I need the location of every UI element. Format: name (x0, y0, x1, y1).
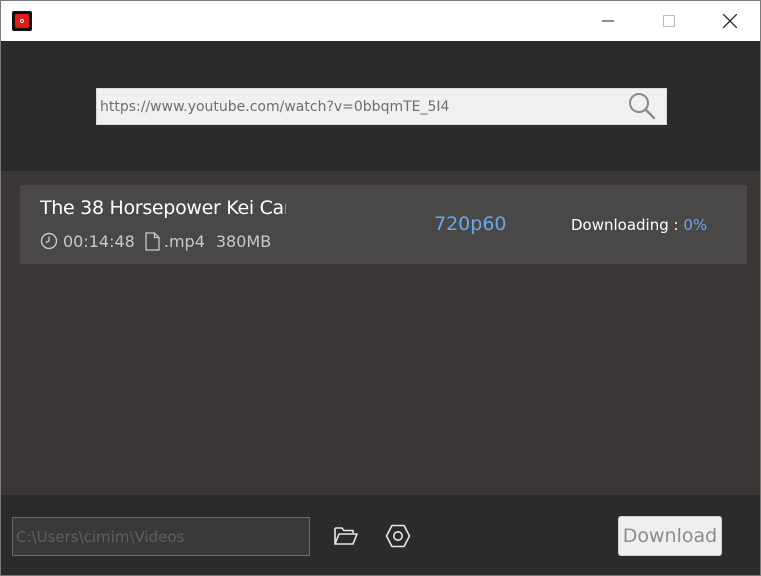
quality-selector[interactable]: 720p60 (434, 213, 507, 235)
video-meta: 00:14:48 .mp4 380MB (40, 230, 271, 252)
url-search-box[interactable] (96, 88, 667, 125)
maximize-icon (663, 15, 675, 27)
progress-percent: 0% (683, 216, 708, 234)
download-item[interactable]: The 38 Horsepower Kei Car You Never Knew… (20, 185, 747, 264)
url-input[interactable] (100, 89, 620, 124)
app-logo-icon (12, 11, 32, 31)
url-header (1, 41, 760, 171)
video-title: The 38 Horsepower Kei Car You Never Knew… (40, 197, 286, 219)
minimize-button[interactable] (585, 1, 631, 41)
close-icon (723, 14, 737, 28)
app-window: The 38 Horsepower Kei Car You Never Knew… (0, 0, 761, 576)
status-label: Downloading : (571, 216, 679, 234)
minimize-icon (602, 20, 614, 22)
video-format: .mp4 (163, 231, 205, 251)
video-size: 380MB (215, 231, 272, 251)
footer-bar: Download (1, 495, 760, 575)
clock-icon (40, 232, 58, 250)
folder-open-icon[interactable] (333, 524, 359, 548)
close-button[interactable] (707, 1, 753, 41)
settings-icon[interactable] (385, 523, 411, 549)
title-bar[interactable] (1, 1, 760, 41)
download-button[interactable]: Download (618, 516, 722, 556)
save-path-box[interactable] (12, 517, 310, 556)
download-status: Downloading : 0% (571, 216, 707, 234)
maximize-button[interactable] (646, 1, 692, 41)
download-list: The 38 Horsepower Kei Car You Never Knew… (1, 171, 760, 495)
save-path-input[interactable] (16, 518, 306, 555)
video-duration: 00:14:48 (63, 231, 135, 251)
search-icon[interactable] (627, 91, 657, 121)
file-icon (145, 231, 160, 251)
